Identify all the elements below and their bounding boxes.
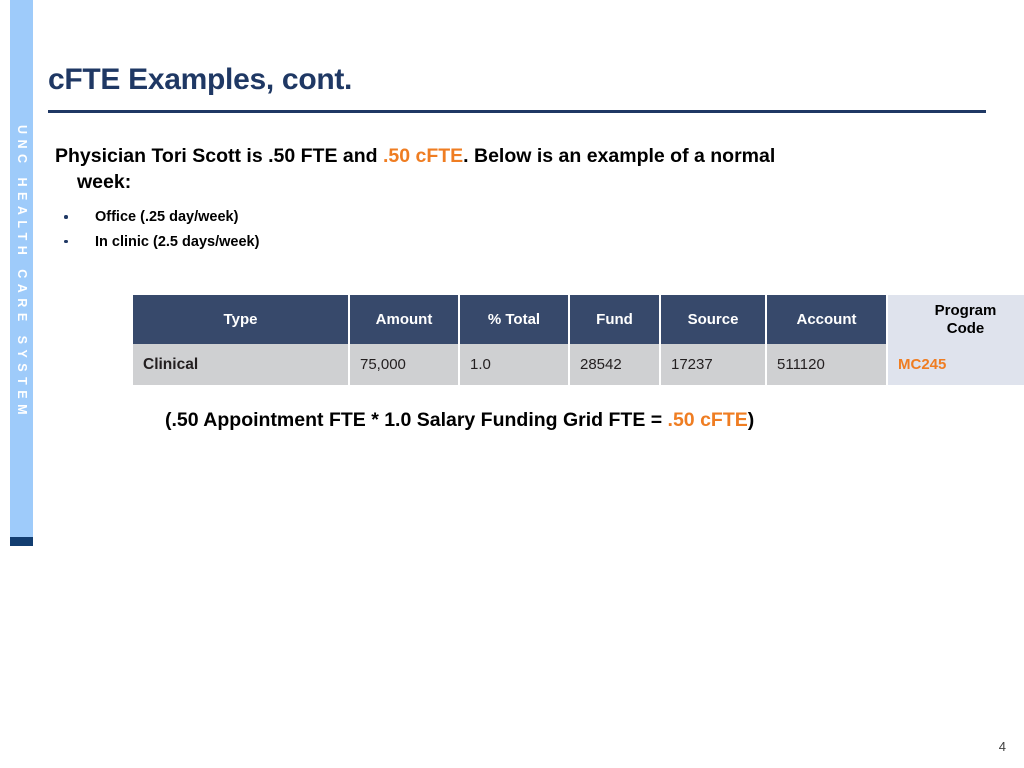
list-item-label: In clinic (2.5 days/week) [95, 233, 260, 250]
column-header-program-code-line2: Code [946, 319, 985, 337]
title-divider [48, 110, 986, 113]
column-header-account: Account [767, 295, 888, 344]
intro-accent-cfte: .50 cFTE [382, 145, 464, 167]
intro-block: Physician Tori Scott is .50 FTE and .50 … [55, 143, 955, 254]
table-body: Clinical 75,000 1.0 28542 17237 511120 M… [133, 344, 1024, 385]
formula-text-after-accent: ) [747, 409, 755, 431]
cell-account: 511120 [767, 344, 888, 385]
cell-amount: 75,000 [350, 344, 460, 385]
column-header-source: Source [661, 295, 767, 344]
page-number: 4 [998, 739, 1006, 754]
cell-fund: 28542 [570, 344, 661, 385]
list-item: In clinic (2.5 days/week) [55, 230, 955, 255]
brand-rail: UNC HEALTH CARE SYSTEM [10, 0, 33, 545]
intro-paragraph: Physician Tori Scott is .50 FTE and .50 … [55, 143, 955, 195]
column-header-amount: Amount [350, 295, 460, 344]
bullet-dot-icon [64, 215, 68, 219]
cell-type: Clinical [133, 344, 350, 385]
column-header-program-code: Program Code [888, 295, 1024, 344]
brand-rail-label: UNC HEALTH CARE SYSTEM [15, 124, 29, 421]
page-title: cFTE Examples, cont. [48, 63, 353, 96]
intro-text-after-accent: . Below is an example of a normal [463, 145, 776, 167]
bullet-dot-icon [64, 239, 68, 243]
formula-text-before-accent: (.50 Appointment FTE * 1.0 Salary Fundin… [165, 409, 668, 431]
funding-grid-table: Type Amount % Total Fund Source Account … [133, 295, 1024, 385]
column-header-pct-total: % Total [460, 295, 570, 344]
column-header-type: Type [133, 295, 350, 344]
column-header-fund: Fund [570, 295, 661, 344]
table-header: Type Amount % Total Fund Source Account … [133, 295, 1024, 344]
list-item: Office (.25 day/week) [55, 205, 955, 230]
list-item-label: Office (.25 day/week) [95, 209, 239, 225]
cfte-formula: (.50 Appointment FTE * 1.0 Salary Fundin… [165, 409, 754, 432]
cell-pct-total: 1.0 [460, 344, 570, 385]
formula-accent-cfte: .50 cFTE [667, 409, 748, 431]
table-header-row: Type Amount % Total Fund Source Account … [133, 295, 1024, 344]
column-header-program-code-line1: Program [934, 301, 997, 319]
cell-source: 17237 [661, 344, 767, 385]
intro-text-before-accent: Physician Tori Scott is .50 FTE and [55, 145, 383, 167]
intro-paragraph-line2: week: [77, 171, 132, 193]
brand-rail-footer-bar [10, 537, 33, 546]
cell-program-code: MC245 [888, 344, 1024, 385]
bullet-list: Office (.25 day/week) In clinic (2.5 day… [55, 205, 955, 254]
table-row: Clinical 75,000 1.0 28542 17237 511120 M… [133, 344, 1024, 385]
